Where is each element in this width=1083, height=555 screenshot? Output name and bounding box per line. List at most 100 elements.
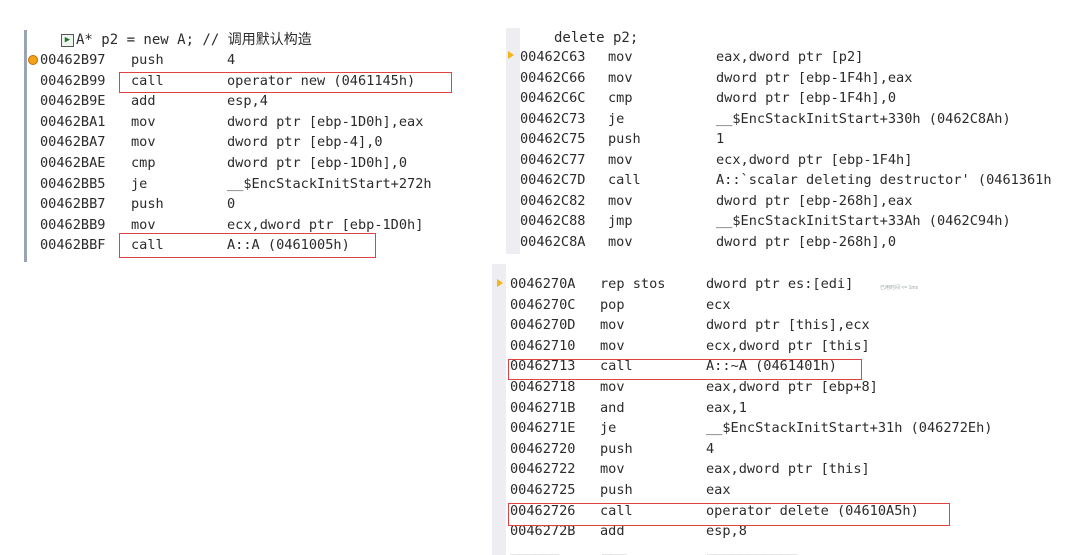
mnemonic: je bbox=[608, 110, 625, 127]
operands: eax,dword ptr [this] bbox=[706, 461, 870, 478]
mnemonic: push bbox=[600, 482, 633, 498]
current-instruction-arrow-icon bbox=[497, 279, 503, 287]
elapsed-time-hint: 已用时间 <= 1ms bbox=[880, 285, 919, 291]
address: 00462C63 bbox=[520, 49, 586, 65]
operands: __$EncStackInitStart+33Ah (0462C94h) bbox=[716, 213, 1011, 229]
operands: dword ptr [ebp-4],0 bbox=[227, 134, 383, 151]
address: 0046271E bbox=[510, 420, 576, 437]
address: 0046270D bbox=[510, 317, 576, 334]
disassembly-panel-new: ▶ A* p2 = new A; // 调用默认构造 00462B97 push 4… bbox=[24, 30, 486, 262]
highlight-box-operator-delete bbox=[508, 503, 950, 526]
mnemonic: jmp bbox=[608, 213, 633, 229]
operands: dword ptr [ebp-1F4h],eax bbox=[716, 69, 913, 86]
operands: eax bbox=[706, 482, 731, 498]
address: 00462718 bbox=[510, 379, 576, 395]
source-code: A* p2 = new A; // 调用默认构造 bbox=[76, 32, 312, 48]
operands: esp,4 bbox=[227, 93, 268, 110]
mnemonic: call bbox=[608, 172, 641, 188]
mnemonic: cmp bbox=[608, 90, 633, 106]
address: 00462BB5 bbox=[40, 175, 106, 192]
operands: 1 bbox=[716, 131, 725, 147]
mnemonic: mov bbox=[600, 337, 625, 354]
mnemonic: mov bbox=[131, 134, 156, 151]
operands: 0 bbox=[227, 196, 236, 213]
mnemonic: je bbox=[600, 420, 617, 437]
mnemonic: mov bbox=[608, 151, 633, 168]
address: 00462B9E bbox=[40, 93, 106, 110]
address: 00462C6C bbox=[520, 90, 586, 106]
highlight-box-constructor-call bbox=[119, 233, 376, 258]
address: 00462BB9 bbox=[40, 216, 106, 233]
mnemonic: je bbox=[131, 175, 148, 192]
operands: __$EncStackInitStart+330h (0462C8Ah) bbox=[716, 110, 1011, 127]
address: 0046271B bbox=[510, 399, 576, 416]
disassembly-panel-destructor: ────── ─── ─────────── 0046270A rep stos dwo… bbox=[492, 264, 1083, 555]
address: 00462720 bbox=[510, 440, 576, 457]
highlight-box-operator-new bbox=[119, 72, 452, 93]
mnemonic: cmp bbox=[131, 155, 156, 171]
address: 00462B99 bbox=[40, 72, 106, 89]
address: 00462C75 bbox=[520, 131, 586, 147]
mnemonic: pop bbox=[600, 296, 625, 313]
address: 00462C82 bbox=[520, 192, 586, 209]
mnemonic: mov bbox=[608, 192, 633, 209]
mnemonic: mov bbox=[608, 69, 633, 86]
address: 00462C73 bbox=[520, 110, 586, 127]
address: 00462BAE bbox=[40, 155, 106, 171]
panel-gutter bbox=[506, 28, 520, 254]
mnemonic: push bbox=[131, 196, 164, 213]
mnemonic: push bbox=[608, 131, 641, 147]
address: 00462722 bbox=[510, 461, 576, 478]
address: 0046270A bbox=[510, 276, 576, 292]
address: 00462BA1 bbox=[40, 113, 106, 130]
address: 00462BA7 bbox=[40, 134, 106, 151]
source-code: delete p2; bbox=[554, 30, 639, 46]
operands: dword ptr [ebp-268h],eax bbox=[716, 192, 913, 209]
mnemonic: mov bbox=[600, 379, 625, 395]
operands: 4 bbox=[227, 52, 236, 68]
address: 00462C77 bbox=[520, 151, 586, 168]
mnemonic: mov bbox=[131, 113, 156, 130]
operands: dword ptr [ebp-1D0h],0 bbox=[227, 155, 408, 171]
address: 00462BBF bbox=[40, 237, 106, 254]
operands: dword ptr [ebp-1F4h],0 bbox=[716, 90, 897, 106]
mnemonic: and bbox=[600, 399, 625, 416]
operands: dword ptr es:[edi] bbox=[706, 276, 854, 292]
breakpoint-icon[interactable] bbox=[28, 55, 38, 65]
address: 00462BB7 bbox=[40, 196, 106, 213]
highlight-box-destructor-call bbox=[508, 359, 862, 380]
operands: ecx bbox=[706, 296, 731, 313]
operands: 4 bbox=[706, 440, 715, 457]
mnemonic: push bbox=[131, 52, 164, 68]
mnemonic: push bbox=[600, 440, 633, 457]
operands: ecx,dword ptr [this] bbox=[706, 337, 870, 354]
operands: ecx,dword ptr [ebp-1F4h] bbox=[716, 151, 913, 168]
address: 00462C66 bbox=[520, 69, 586, 86]
mnemonic: mov bbox=[608, 233, 633, 250]
mnemonic: add bbox=[131, 93, 156, 110]
mnemonic: rep stos bbox=[600, 276, 666, 292]
operands: __$EncStackInitStart+31h (046272Eh) bbox=[706, 420, 993, 437]
mnemonic: mov bbox=[608, 49, 633, 65]
address: 00462C8A bbox=[520, 233, 586, 250]
operands: dword ptr [ebp-268h],0 bbox=[716, 233, 897, 250]
mnemonic: mov bbox=[600, 317, 625, 334]
address: 00462C88 bbox=[520, 213, 586, 229]
disassembly-panel-delete: delete p2; 00462C63 mov eax,dword ptr [p2]… bbox=[506, 28, 1083, 254]
address: 00462B97 bbox=[40, 52, 106, 68]
panel-gutter bbox=[492, 264, 506, 555]
mnemonic: mov bbox=[131, 216, 156, 233]
operands: dword ptr [this],ecx bbox=[706, 317, 870, 334]
address: 00462C7D bbox=[520, 172, 586, 188]
expand-source-icon[interactable]: ▶ bbox=[61, 34, 74, 47]
panel-gutter bbox=[24, 30, 27, 262]
mnemonic: mov bbox=[600, 461, 625, 478]
operands: __$EncStackInitStart+272h bbox=[227, 175, 432, 192]
address: 00462725 bbox=[510, 482, 576, 498]
address: 00462710 bbox=[510, 337, 576, 354]
operands: A::`scalar deleting destructor' (0461361… bbox=[716, 172, 1052, 188]
operands: eax,dword ptr [ebp+8] bbox=[706, 379, 878, 395]
current-instruction-arrow-icon bbox=[508, 51, 514, 59]
operands: ecx,dword ptr [ebp-1D0h] bbox=[227, 216, 424, 233]
operands: eax,1 bbox=[706, 399, 747, 416]
